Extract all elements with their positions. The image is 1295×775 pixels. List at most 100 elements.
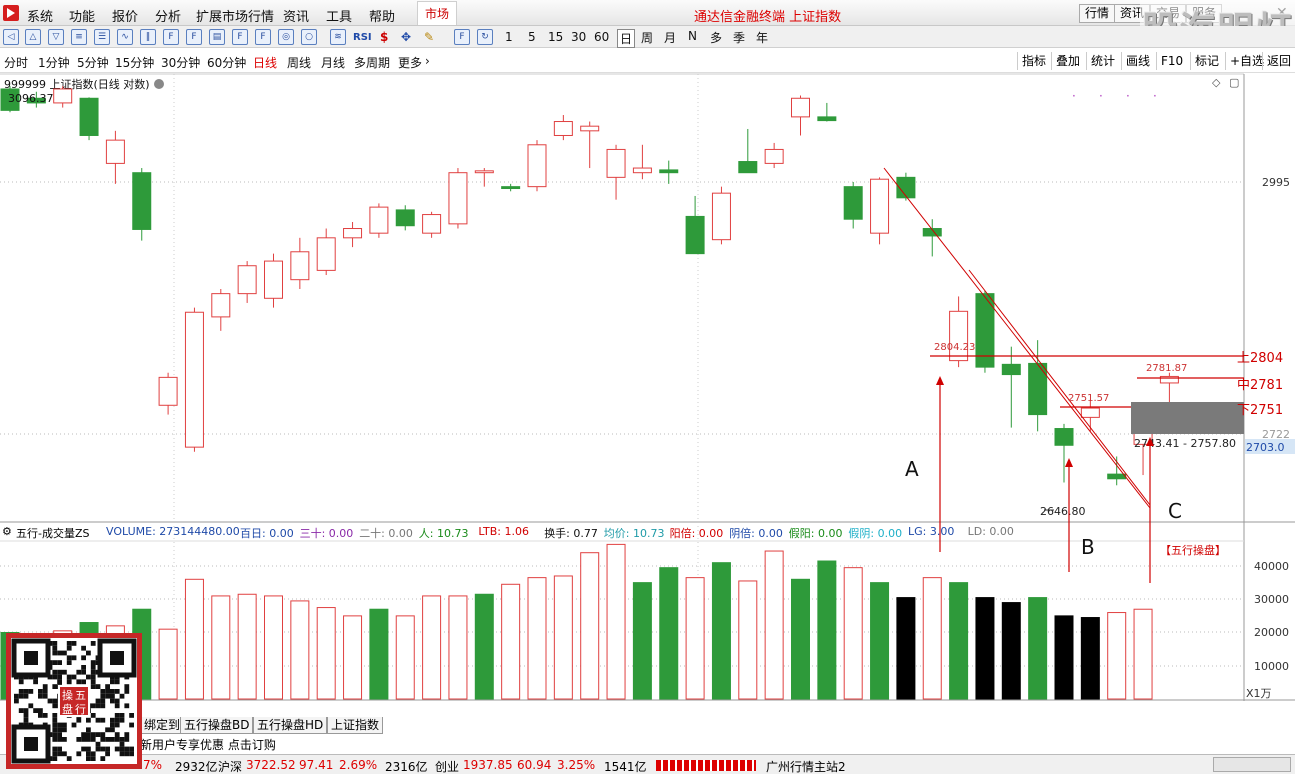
candle-body — [711, 192, 731, 241]
volume-bar — [501, 583, 521, 700]
signal-arrow-head — [1065, 458, 1073, 467]
qr-module — [95, 698, 101, 704]
qr-module — [110, 698, 115, 704]
qr-module — [57, 660, 62, 665]
indicator-field: 假阴: 0.00 — [848, 527, 903, 540]
candle-body — [817, 116, 837, 122]
qr-module — [71, 655, 77, 661]
upper-label: 上2804 — [1237, 351, 1283, 366]
qr-module — [18, 679, 24, 685]
qr-module — [105, 746, 110, 752]
qr-module — [66, 645, 72, 651]
qr-module — [81, 732, 86, 737]
qr-module — [47, 698, 53, 704]
indicator-name[interactable]: 五行-成交量ZS — [16, 525, 90, 541]
candle-body — [580, 125, 600, 132]
candle-body — [237, 265, 257, 295]
candle-body — [738, 161, 758, 174]
qr-module — [81, 645, 86, 651]
qr-module — [57, 737, 62, 742]
qr-module — [52, 717, 58, 723]
top-price-label: 3096.37 — [8, 92, 54, 105]
qr-module — [86, 650, 91, 656]
indicator-field: 均价: 10.73 — [603, 527, 665, 540]
qr-module — [52, 732, 58, 737]
qr-finder-center — [110, 651, 124, 665]
unit-label: X1万 — [1246, 687, 1272, 700]
qr-module — [52, 722, 58, 728]
qr-module — [114, 722, 120, 728]
marker-dot: · — [1126, 89, 1130, 103]
qr-module — [62, 650, 67, 656]
qr-module — [90, 751, 96, 757]
qr-module — [119, 751, 125, 757]
qr-module — [52, 751, 58, 757]
qr-module — [57, 650, 62, 656]
qr-module — [100, 756, 106, 761]
volume-axis-label: 40000 — [1254, 560, 1289, 573]
qr-module — [129, 746, 134, 752]
qr-finder-center — [24, 737, 38, 751]
qr-module — [18, 689, 24, 694]
candle-body — [659, 169, 679, 174]
qr-module — [86, 732, 91, 737]
candle-body — [1080, 407, 1100, 418]
qr-module — [62, 737, 67, 742]
qr-module — [57, 746, 62, 752]
volume-bar — [211, 595, 231, 700]
indicator-field: LD: 0.00 — [967, 525, 1014, 538]
candle-body — [1054, 428, 1074, 446]
candle-body — [395, 209, 415, 227]
qr-module — [52, 713, 58, 718]
candle-body — [105, 139, 125, 164]
volume-bar — [817, 560, 837, 700]
qr-module — [66, 655, 72, 661]
qr-module — [129, 713, 134, 718]
qr-module — [57, 727, 62, 733]
qr-module — [90, 679, 96, 685]
indicator-field: 人: 10.73 — [418, 527, 469, 540]
candle-body — [764, 148, 784, 164]
indicator-settings-icon[interactable]: ⚙ — [2, 525, 12, 538]
qr-module — [52, 698, 58, 704]
status-hs-amount: 2316亿 — [385, 760, 428, 774]
volume-bar — [237, 593, 257, 700]
promo-link[interactable]: 新用户专享优惠 点击订购 — [140, 736, 276, 753]
qr-module — [28, 689, 34, 694]
qr-module — [90, 756, 96, 761]
status-icons[interactable] — [1213, 757, 1291, 772]
volume-bar — [553, 575, 573, 700]
label-2751: 2751.57 — [1068, 393, 1109, 404]
status-cy-change: 60.94 — [517, 758, 552, 772]
volume-bar — [1107, 612, 1127, 700]
qr-module — [90, 737, 96, 742]
candle-body — [527, 144, 547, 188]
price-zone-box — [1131, 402, 1244, 434]
status-cy-value: 1937.85 — [463, 758, 513, 772]
indicator-field: VOLUME: 273144480.00 — [106, 525, 240, 538]
status-amount1: 2932亿 — [175, 760, 218, 774]
qr-module — [81, 737, 86, 742]
kline-chart[interactable]: 2804.232751.572781.872743.41 - 2757.8026… — [0, 0, 1295, 701]
volume-bar — [474, 593, 494, 700]
low-label: 2646.80 — [1040, 505, 1086, 518]
qr-module — [105, 737, 110, 742]
volume-bar — [527, 577, 547, 700]
qr-module — [18, 693, 24, 699]
qr-module — [110, 727, 115, 733]
qr-code-pattern: 操五盘行 — [11, 638, 137, 764]
tab-sh-index[interactable]: 上证指数 — [327, 717, 384, 734]
status-hs-change: 97.41 — [299, 758, 334, 772]
tab-wuxing-bd[interactable]: 五行操盘BD — [180, 717, 254, 734]
qr-module — [129, 722, 134, 728]
qr-module — [114, 732, 120, 737]
qr-module — [110, 737, 115, 742]
qr-module — [114, 679, 120, 685]
qr-module — [38, 708, 43, 713]
qr-module — [57, 674, 62, 680]
price-label-2995: 2995 — [1262, 176, 1290, 189]
tab-bind-to[interactable]: 绑定到 — [140, 717, 185, 734]
tab-wuxing-hd[interactable]: 五行操盘HD — [253, 717, 328, 734]
volume-bar — [158, 628, 178, 700]
qr-module — [110, 693, 115, 699]
